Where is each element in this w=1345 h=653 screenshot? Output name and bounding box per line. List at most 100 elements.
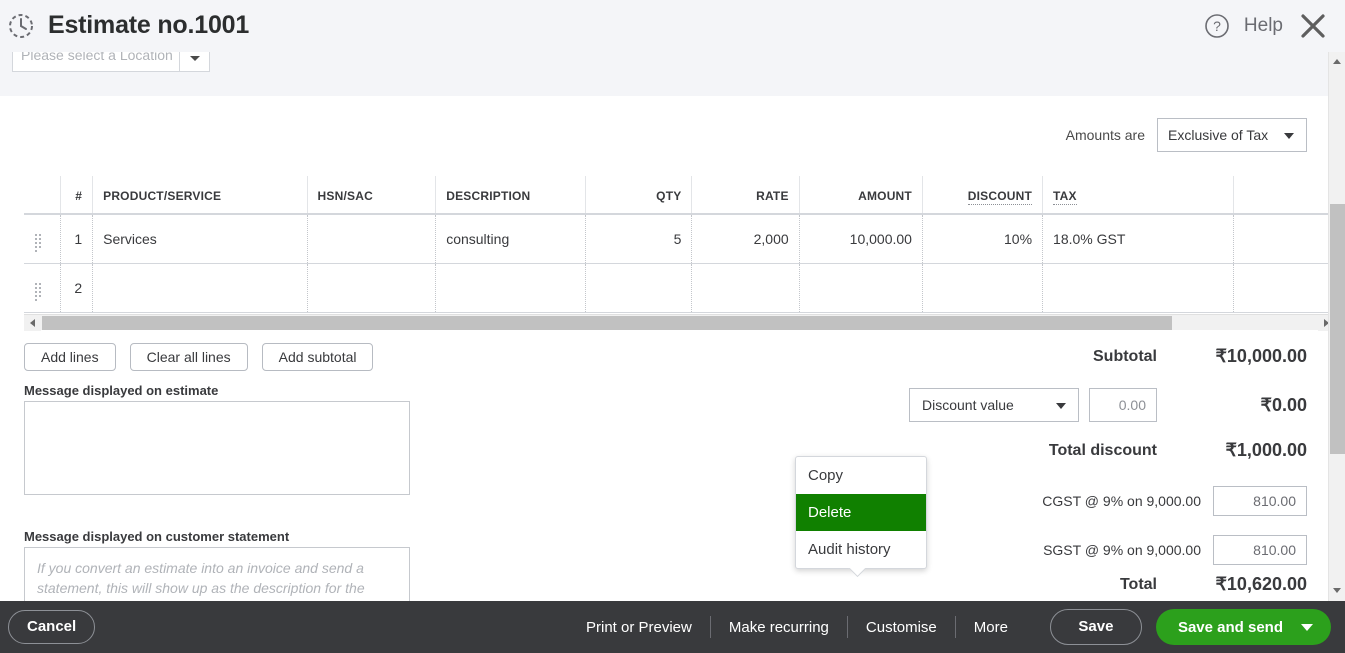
table-row[interactable]: 2 xyxy=(24,263,1335,313)
cell-discount[interactable]: 10% xyxy=(921,214,1043,264)
discount-amount-input[interactable]: 0.00 xyxy=(1089,388,1157,422)
modal-body: Amounts are Exclusive of Tax # PRODUCT/S… xyxy=(0,96,1335,601)
col-product: PRODUCT/SERVICE xyxy=(92,176,308,215)
table-row[interactable]: 1 Services consulting 5 2,000 10,000.00 … xyxy=(24,214,1335,264)
cancel-button[interactable]: Cancel xyxy=(8,610,96,644)
print-or-preview-button[interactable]: Print or Preview xyxy=(568,619,710,636)
col-description: DESCRIPTION xyxy=(435,176,586,215)
discount-row: Discount value 0.00 ₹0.00 xyxy=(607,388,1307,422)
cell-invoiced: 5,000.00 xyxy=(1232,214,1335,264)
clear-all-lines-button[interactable]: Clear all lines xyxy=(129,343,248,371)
table-horizontal-scrollbar[interactable] xyxy=(24,314,1335,331)
cell-rate[interactable]: 2,000 xyxy=(691,214,800,264)
help-circle-icon[interactable]: ? xyxy=(1204,13,1230,39)
estimate-message-value xyxy=(25,402,409,422)
cell-qty[interactable]: 5 xyxy=(585,214,692,264)
vertical-scroll-thumb[interactable] xyxy=(1330,204,1345,454)
cell-invoiced xyxy=(1232,263,1335,313)
cell-product[interactable]: Services xyxy=(92,214,308,264)
col-handle xyxy=(24,176,61,215)
page-vertical-scrollbar[interactable] xyxy=(1328,52,1345,601)
scroll-down-arrow-icon[interactable] xyxy=(1329,583,1345,599)
save-and-send-label: Save and send xyxy=(1177,618,1283,636)
save-and-send-button[interactable]: Save and send xyxy=(1155,609,1331,645)
footer-links: Print or Preview Make recurring Customis… xyxy=(568,616,1026,638)
discount-value: ₹0.00 xyxy=(1260,394,1308,415)
history-clock-icon[interactable] xyxy=(6,11,36,41)
cell-hsn[interactable] xyxy=(306,214,436,264)
discount-type-select[interactable]: Discount value xyxy=(909,388,1079,422)
statement-message-input[interactable]: If you convert an estimate into an invoi… xyxy=(24,547,410,601)
location-placeholder: Please select a Location xyxy=(21,52,173,63)
close-icon[interactable] xyxy=(1297,10,1329,42)
sgst-input[interactable]: 810.00 xyxy=(1213,535,1307,565)
drag-handle-icon[interactable] xyxy=(24,214,61,264)
amounts-are-value: Exclusive of Tax xyxy=(1168,127,1269,143)
cell-hsn[interactable] xyxy=(306,263,436,313)
statement-message-placeholder: If you convert an estimate into an invoi… xyxy=(37,560,365,596)
amounts-are-row: Amounts are Exclusive of Tax xyxy=(1066,118,1307,152)
cgst-input[interactable]: 810.00 xyxy=(1213,486,1307,516)
amounts-are-label: Amounts are xyxy=(1065,127,1145,143)
cell-index: 1 xyxy=(59,214,93,264)
add-subtotal-button[interactable]: Add subtotal xyxy=(261,343,374,371)
total-discount-value: ₹1,000.00 xyxy=(1225,440,1307,460)
context-menu-pointer xyxy=(848,568,866,577)
cell-description[interactable] xyxy=(435,263,586,313)
cgst-row: CGST @ 9% on 9,000.00 810.00 xyxy=(607,486,1307,516)
col-qty: QTY xyxy=(585,176,692,215)
scroll-left-arrow-icon[interactable] xyxy=(24,315,41,331)
statement-message-label: Message displayed on customer statement xyxy=(24,529,290,544)
menu-item-audit-history[interactable]: Audit history xyxy=(796,531,926,568)
cell-amount[interactable] xyxy=(798,263,923,313)
cell-description[interactable]: consulting xyxy=(435,214,586,264)
col-tax[interactable]: TAX xyxy=(1042,176,1234,215)
header-actions: ? Help xyxy=(1204,10,1345,42)
customise-button[interactable]: Customise xyxy=(848,619,955,636)
add-lines-button[interactable]: Add lines xyxy=(24,343,116,371)
cell-tax[interactable] xyxy=(1042,263,1234,313)
drag-handle-icon[interactable] xyxy=(24,263,61,313)
more-button[interactable]: More xyxy=(956,619,1026,636)
svg-text:?: ? xyxy=(1213,18,1221,34)
location-strip: Please select a Location xyxy=(0,52,1335,96)
menu-item-copy[interactable]: Copy xyxy=(796,457,926,494)
make-recurring-button[interactable]: Make recurring xyxy=(711,619,847,636)
subtotal-value: ₹10,000.00 xyxy=(1215,346,1307,366)
chevron-down-icon xyxy=(1284,133,1294,139)
total-discount-label: Total discount xyxy=(1048,441,1157,459)
cell-tax[interactable]: 18.0% GST xyxy=(1042,214,1234,264)
save-button[interactable]: Save xyxy=(1049,609,1142,645)
help-label[interactable]: Help xyxy=(1244,15,1283,37)
cell-product[interactable] xyxy=(92,263,308,313)
cell-rate[interactable] xyxy=(691,263,800,313)
table-header-row: # PRODUCT/SERVICE HSN/SAC DESCRIPTION QT… xyxy=(24,176,1335,215)
col-discount[interactable]: DISCOUNT xyxy=(921,176,1043,215)
sgst-label: SGST @ 9% on 9,000.00 xyxy=(1043,542,1201,558)
cell-qty[interactable] xyxy=(585,263,692,313)
col-rate: RATE xyxy=(691,176,800,215)
cell-amount[interactable]: 10,000.00 xyxy=(798,214,923,264)
estimate-message-input[interactable] xyxy=(24,401,410,495)
location-select[interactable]: Please select a Location xyxy=(12,52,210,72)
total-row: Total ₹10,620.00 xyxy=(607,574,1307,595)
scroll-up-arrow-icon[interactable] xyxy=(1329,54,1345,70)
total-label: Total xyxy=(1119,575,1157,593)
row-context-menu: Copy Delete Audit history xyxy=(795,456,927,569)
cgst-label: CGST @ 9% on 9,000.00 xyxy=(1042,493,1201,509)
chevron-down-icon xyxy=(1056,403,1066,409)
chevron-down-icon[interactable] xyxy=(179,52,209,71)
modal-header: Estimate no.1001 ? Help xyxy=(0,0,1345,52)
cell-index: 2 xyxy=(59,263,93,313)
menu-item-delete[interactable]: Delete xyxy=(796,494,926,531)
footer-primary-actions: Save Save and send xyxy=(1026,609,1345,645)
amounts-are-select[interactable]: Exclusive of Tax xyxy=(1157,118,1307,152)
col-invoiced: INVOICED xyxy=(1232,176,1335,215)
cell-discount[interactable] xyxy=(921,263,1043,313)
total-discount-row: Total discount ₹1,000.00 xyxy=(607,440,1307,461)
horizontal-scroll-thumb[interactable] xyxy=(42,316,1172,330)
page-title: Estimate no.1001 xyxy=(48,11,250,39)
col-amount: AMOUNT xyxy=(798,176,923,215)
subtotal-label: Subtotal xyxy=(1093,347,1157,365)
chevron-down-icon[interactable] xyxy=(1301,623,1313,631)
